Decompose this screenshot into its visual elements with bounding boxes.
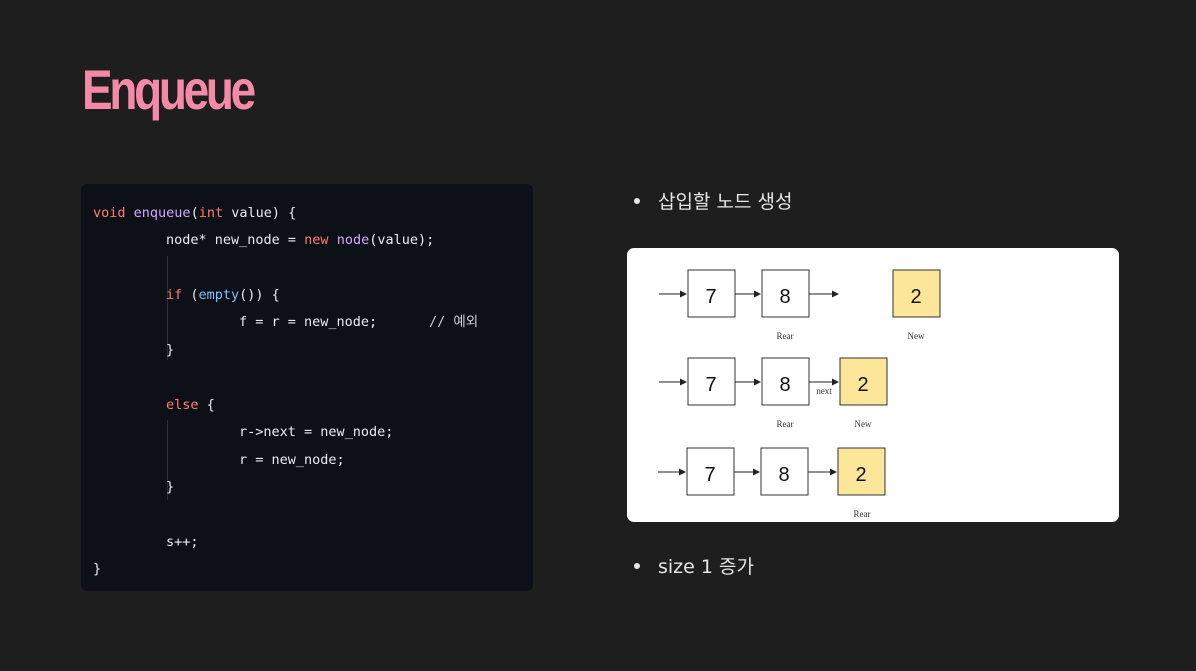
linked-list-diagram: 7 8 2 Rear New 7 8 next 2 Rear New 7 8 2… — [627, 248, 1119, 522]
code-line-4: f = r = new_node; — [239, 314, 378, 330]
page-title: Enqueue — [82, 58, 256, 121]
next-label: next — [816, 386, 832, 396]
node-value: 7 — [705, 374, 716, 396]
code-line-9: } — [166, 479, 175, 495]
code-line-6: else { — [166, 397, 215, 413]
node-value: 2 — [857, 374, 868, 396]
bullet-dot — [634, 197, 640, 204]
code-line-3: if (empty()) { — [166, 287, 280, 303]
code-line-2: node* new_node = new node(value); — [166, 232, 435, 248]
node-value: 7 — [704, 464, 715, 486]
bullet-text: size 1 증가 — [658, 556, 754, 578]
code-line-11: } — [93, 561, 102, 577]
node-value: 8 — [779, 286, 790, 308]
code-line-10: s++; — [166, 534, 199, 550]
linked-list-svg: 7 8 2 Rear New 7 8 next 2 Rear New 7 8 2… — [658, 269, 941, 519]
rear-label: Rear — [777, 419, 794, 429]
code-line-5: } — [166, 342, 175, 358]
node-value: 2 — [855, 464, 866, 486]
code-block: void enqueue(int value) { node* new_node… — [81, 184, 533, 591]
code-comment: // 예외 — [429, 314, 479, 330]
code-line-7: r->next = new_node; — [239, 424, 394, 440]
bullet-dot — [634, 562, 640, 569]
code-line-8: r = new_node; — [239, 452, 345, 468]
bullet-text: 삽입할 노드 생성 — [658, 191, 793, 213]
node-value: 2 — [910, 286, 921, 308]
rear-label: Rear — [854, 509, 871, 519]
bullet-create-node: 삽입할 노드 생성 — [634, 187, 792, 214]
code-line-1: void enqueue(int value) { — [93, 205, 297, 221]
bullet-size-increase: size 1 증가 — [634, 552, 754, 579]
node-value: 8 — [779, 374, 790, 396]
new-label: New — [855, 419, 872, 429]
node-value: 7 — [705, 286, 716, 308]
rear-label: Rear — [777, 331, 794, 341]
new-label: New — [908, 331, 925, 341]
node-value: 8 — [778, 464, 789, 486]
